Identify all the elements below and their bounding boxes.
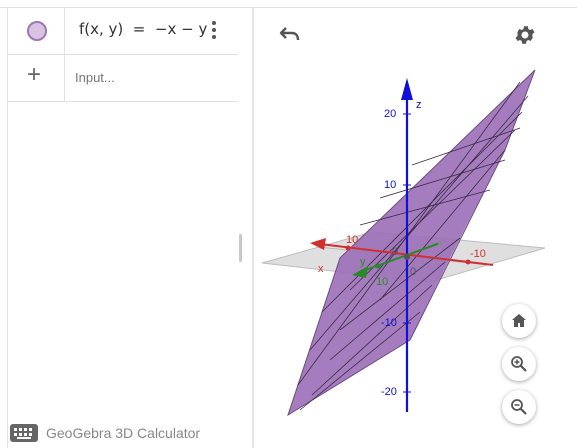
y-axis-label: y bbox=[360, 256, 366, 268]
x-tick-label: -10 bbox=[470, 248, 486, 260]
z-tick-label: 20 bbox=[384, 108, 397, 120]
zoom-in-icon bbox=[511, 356, 527, 372]
zoom-out-icon bbox=[511, 399, 527, 415]
origin-label: 0 bbox=[392, 246, 399, 258]
z-axis-arrow bbox=[401, 78, 413, 100]
zoom-out-button[interactable] bbox=[502, 390, 536, 424]
zoom-in-button[interactable] bbox=[502, 347, 536, 381]
home-icon bbox=[512, 314, 526, 327]
x-tick-label: 10 bbox=[346, 234, 359, 246]
y-tick-label: 10 bbox=[376, 276, 389, 288]
x-axis-label: x bbox=[318, 263, 324, 275]
z-tick-label: -20 bbox=[381, 386, 397, 398]
z-tick-label: -10 bbox=[381, 317, 397, 329]
origin-label: 0 bbox=[410, 266, 417, 278]
gear-icon[interactable] bbox=[513, 23, 537, 47]
z-axis-label: z bbox=[416, 99, 422, 111]
z-tick-label: 10 bbox=[384, 179, 397, 191]
origin-point bbox=[404, 254, 410, 260]
undo-icon[interactable] bbox=[278, 22, 302, 44]
home-button[interactable] bbox=[502, 304, 536, 338]
3d-scene[interactable] bbox=[0, 0, 577, 448]
